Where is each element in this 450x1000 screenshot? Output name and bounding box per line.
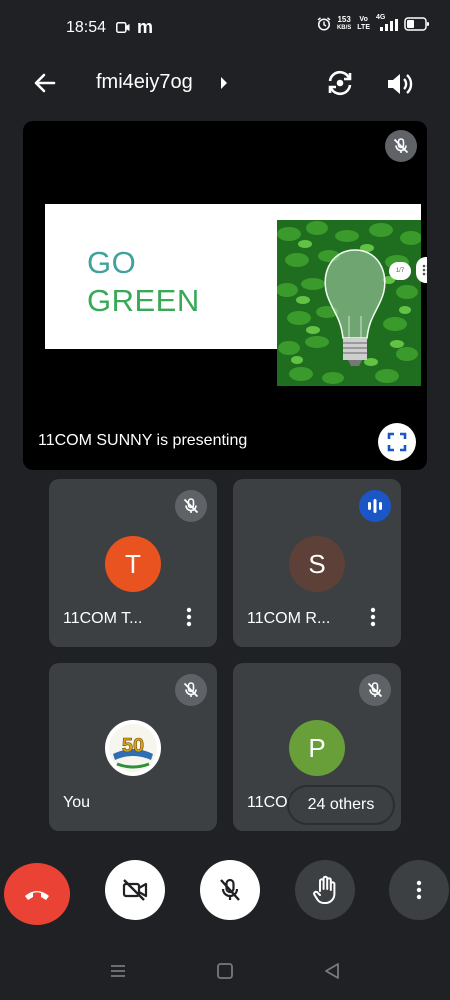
camera-off-icon [122, 879, 148, 901]
presentation-mic-off-icon [385, 130, 417, 162]
home-icon[interactable] [216, 962, 234, 980]
raise-hand-icon [313, 875, 336, 904]
end-call-button[interactable] [4, 863, 70, 925]
anniversary-logo-icon: 50 [109, 724, 157, 772]
back-arrow-icon[interactable] [32, 70, 58, 96]
more-options-button[interactable] [389, 860, 449, 920]
avatar: S [289, 536, 345, 592]
back-triangle-icon[interactable] [323, 962, 341, 980]
presenting-caption: 11COM SUNNY is presenting [38, 432, 248, 449]
mic-off-icon [175, 490, 207, 522]
more-vert-icon[interactable] [177, 605, 201, 629]
mic-off-icon [175, 674, 207, 706]
lightbulb-leaves-image [277, 220, 421, 386]
slide-line-go: GO [87, 245, 137, 280]
avatar: P [289, 720, 345, 776]
slide-pager[interactable]: 1/7 [389, 262, 411, 280]
raise-hand-button[interactable] [295, 860, 355, 920]
more-vert-icon [416, 880, 422, 900]
more-vert-icon[interactable] [361, 605, 385, 629]
others-count-chip[interactable]: 24 others [289, 787, 393, 823]
presentation-tile[interactable]: GO GREEN 1/7 11COM SUNNY is presenting [23, 121, 427, 470]
participant-name: You [63, 794, 90, 811]
fullscreen-icon [387, 432, 407, 452]
speaker-icon[interactable] [384, 68, 416, 100]
hang-up-icon [25, 891, 49, 900]
fullscreen-button[interactable] [378, 423, 416, 461]
battery-icon [404, 17, 429, 31]
participant-tile-1[interactable]: T 11COM T... [49, 479, 217, 647]
slide-handle-icon[interactable] [416, 257, 427, 283]
speaking-indicator-icon [359, 490, 391, 522]
recents-icon[interactable] [109, 962, 127, 980]
mic-toggle-button[interactable] [200, 860, 260, 920]
signal-icon: 4G [376, 14, 398, 31]
participant-tile-self[interactable]: 50 You [49, 663, 217, 831]
mic-off-icon [220, 878, 240, 901]
participant-tile-2[interactable]: S 11COM R... [233, 479, 401, 647]
status-time: 18:54 [66, 19, 107, 36]
network-speed-value: 153 [337, 15, 351, 24]
camera-toggle-button[interactable] [105, 860, 165, 920]
avatar-logo: 50 [105, 720, 161, 776]
status-icons: 153 KB/S Vo LTE 4G [317, 14, 430, 32]
participant-name: 11COM T... [63, 610, 143, 627]
status-bar: 18:54 m 153 KB/S Vo LTE 4G [0, 0, 450, 56]
participant-name: 11COM R... [247, 610, 331, 627]
caret-right-icon[interactable] [219, 76, 229, 90]
volte-indicator: Vo LTE [357, 16, 370, 32]
mic-off-icon [359, 674, 391, 706]
volte-top: Vo [359, 16, 368, 23]
app-notification-letter: m [137, 17, 154, 37]
volte-bottom: LTE [357, 24, 370, 31]
logo-number: 50 [122, 735, 144, 757]
network-speed: 153 KB/S [337, 16, 351, 32]
slide-line-green: GREEN [87, 283, 200, 318]
network-speed-unit: KB/S [336, 25, 352, 31]
video-recording-icon [116, 22, 130, 33]
alarm-icon [317, 17, 331, 31]
meeting-code[interactable]: fmi4eiy7og [96, 71, 193, 94]
avatar: T [105, 536, 161, 592]
switch-camera-icon[interactable] [324, 67, 356, 99]
